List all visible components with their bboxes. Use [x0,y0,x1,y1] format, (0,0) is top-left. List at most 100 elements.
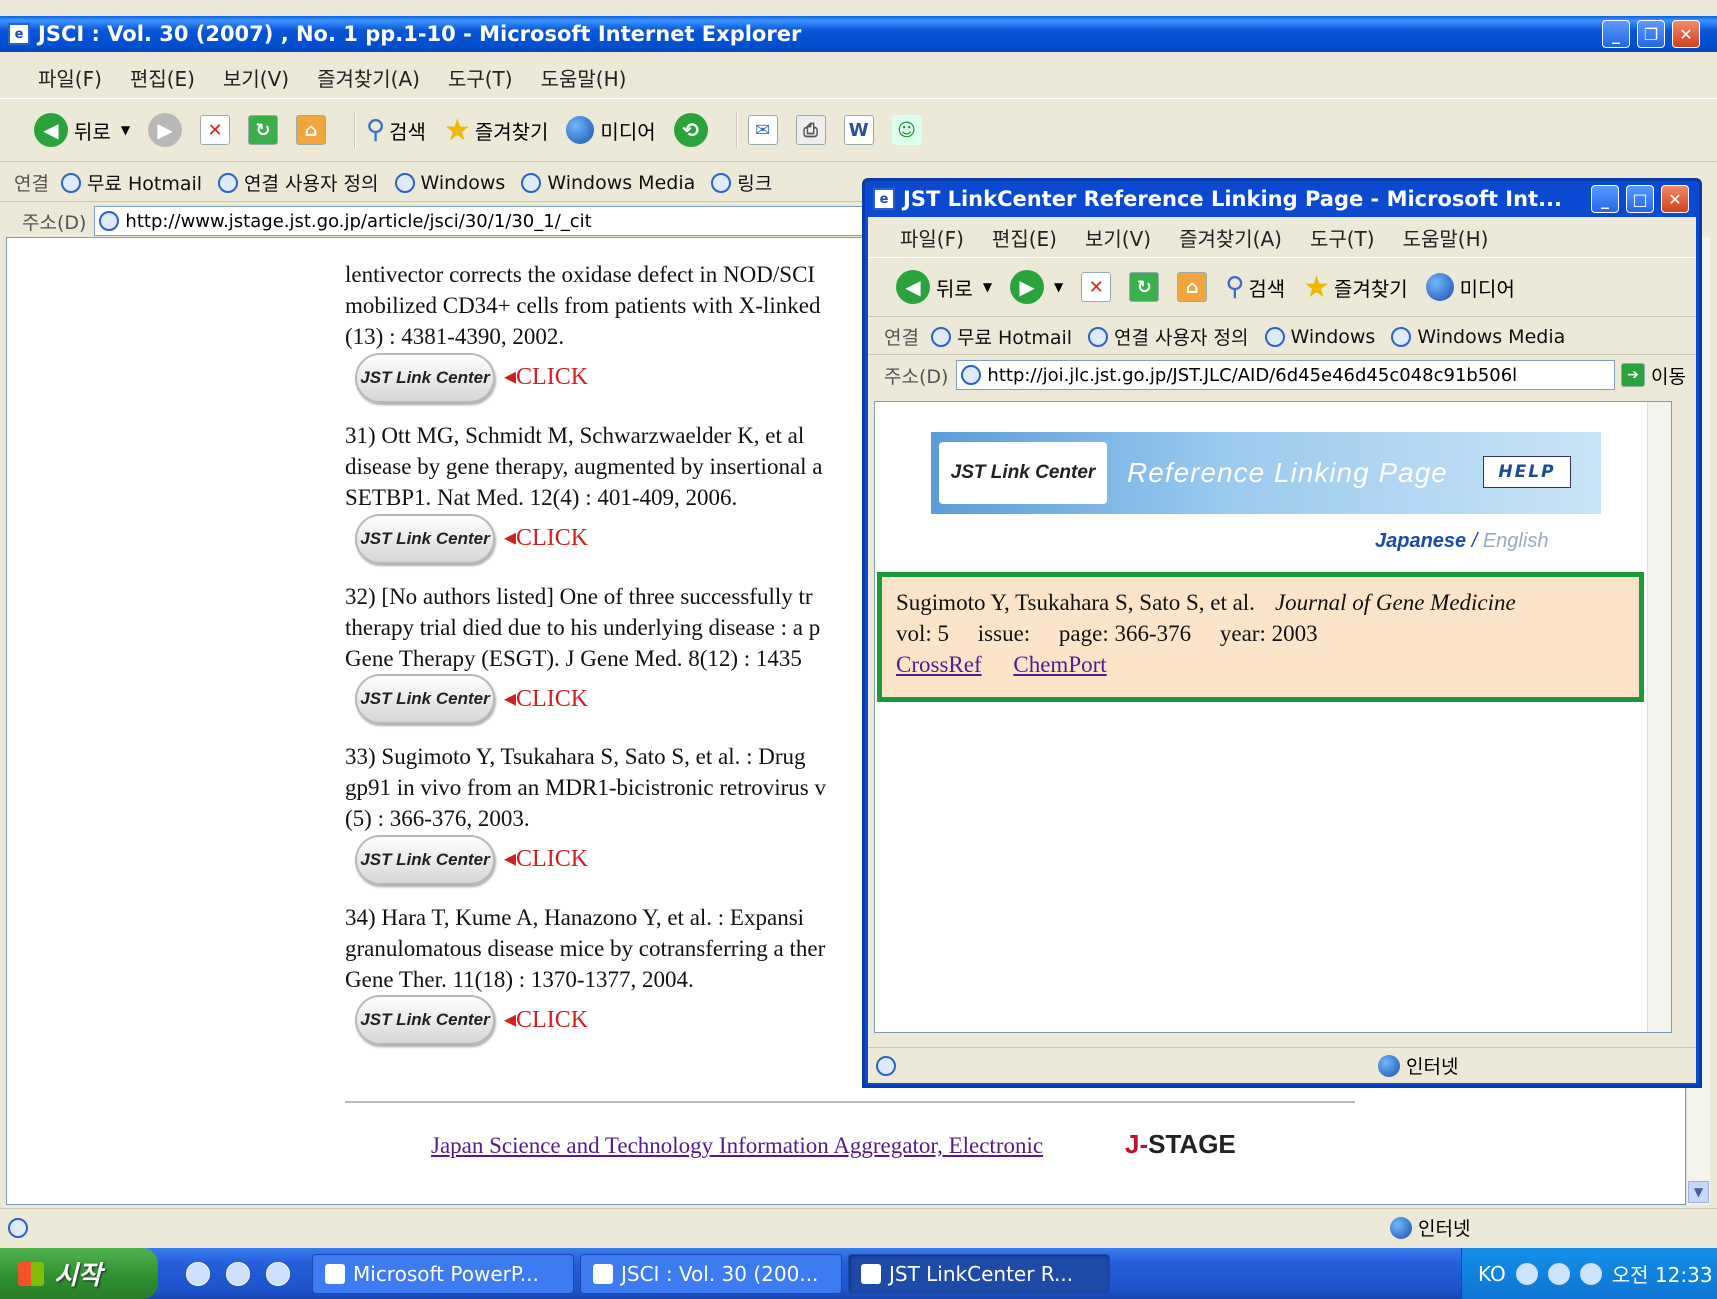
menu-file[interactable]: 파일(F) [900,223,964,252]
home-button[interactable]: ⌂ [1177,272,1208,302]
scroll-down-arrow-icon[interactable]: ▼ [1688,1181,1709,1203]
popup-maximize-button[interactable]: □ [1626,185,1654,213]
search-icon: ⚲ [1225,272,1245,302]
popup-minimize-button[interactable]: _ [1591,185,1619,213]
address-input[interactable]: http://joi.jlc.jst.go.jp/JST.JLC/AID/6d4… [956,360,1616,390]
jst-link-center-button[interactable]: JST Link Center [355,674,495,724]
jstage-logo-text: STAGE [1148,1129,1236,1159]
search-button[interactable]: ⚲ 검색 [366,115,426,145]
popup-scrollbar[interactable] [1647,402,1671,1032]
click-label[interactable]: ◂CLICK [504,362,588,391]
link-hotmail[interactable]: 무료 Hotmail [60,169,202,196]
history-button[interactable]: ⟲ [673,113,708,147]
desktop-quicklaunch-icon[interactable] [226,1261,250,1286]
jstage-footer-link[interactable]: Japan Science and Technology Information… [431,1133,1043,1159]
search-button[interactable]: ⚲ 검색 [1225,272,1285,302]
reference-line: Gene Ther. 11(18) : 1370-1377, 2004. [345,967,694,992]
main-titlebar[interactable]: e JSCI : Vol. 30 (2007) , No. 1 pp.1-10 … [0,16,1717,52]
menu-help[interactable]: 도움말(H) [1403,223,1489,252]
tray-expand-icon[interactable] [1515,1262,1538,1285]
forward-button[interactable]: ▶ [148,113,183,147]
menu-view[interactable]: 보기(V) [223,63,289,92]
favorites-button[interactable]: ★ 즐겨찾기 [1303,270,1408,305]
popup-close-button[interactable]: ✕ [1661,185,1689,213]
link-links[interactable]: 링크 [711,169,772,196]
menu-edit[interactable]: 편집(E) [130,63,195,92]
edit-button[interactable]: W [843,115,874,145]
link-windows[interactable]: Windows [1264,326,1375,348]
reference-line: 32) [No authors listed] One of three suc… [345,584,813,609]
go-button[interactable]: ➔ 이동 [1621,362,1686,389]
menu-file[interactable]: 파일(F) [38,63,102,92]
click-label[interactable]: ◂CLICK [504,684,588,713]
media-button[interactable]: 미디어 [1425,273,1515,302]
forward-button[interactable]: ▶ ▼ [1010,270,1063,304]
jst-link-center-button[interactable]: JST Link Center [355,835,495,885]
popup-titlebar[interactable]: e JST LinkCenter Reference Linking Page … [865,181,1699,217]
menu-tools[interactable]: 도구(T) [448,63,513,92]
link-windows-media[interactable]: Windows Media [521,172,695,194]
input-language-indicator[interactable]: KO [1478,1262,1506,1286]
jst-link-center-button[interactable]: JST Link Center [355,514,495,564]
task-jsci[interactable]: JSCI : Vol. 30 (200... [580,1253,842,1294]
help-button[interactable]: HELP [1483,456,1571,488]
menu-tools[interactable]: 도구(T) [1310,223,1375,252]
home-button[interactable]: ⌂ [296,115,327,145]
click-label[interactable]: ◂CLICK [504,844,588,873]
lang-japanese-link[interactable]: Japanese [1375,530,1466,552]
mail-button[interactable]: ✉ [747,115,778,145]
refresh-button[interactable]: ↻ [1129,272,1160,302]
favorites-button[interactable]: ★ 즐겨찾기 [444,113,549,148]
close-button[interactable]: ✕ [1672,20,1700,48]
address-url: http://www.jstage.jst.go.jp/article/jsci… [125,210,592,232]
refresh-button[interactable]: ↻ [248,115,279,145]
link-hotmail[interactable]: 무료 Hotmail [930,323,1072,350]
menu-favorites[interactable]: 즐겨찾기(A) [1179,223,1282,252]
jstage-logo[interactable]: J-STAGE [1125,1129,1236,1160]
menu-edit[interactable]: 편집(E) [992,223,1057,252]
menu-view[interactable]: 보기(V) [1085,223,1151,252]
ie-quicklaunch-icon[interactable] [186,1261,210,1286]
task-powerpoint[interactable]: Microsoft PowerP... [312,1253,574,1294]
stop-button[interactable]: ✕ [200,115,231,145]
print-button[interactable]: ⎙ [795,115,826,145]
link-customize-label: 연결 사용자 정의 [244,173,379,195]
dropdown-arrow-icon[interactable]: ▼ [983,280,992,294]
dropdown-arrow-icon[interactable]: ▼ [121,123,130,137]
link-windows-media[interactable]: Windows Media [1391,326,1565,348]
back-button[interactable]: ◀ 뒤로 ▼ [34,113,130,147]
task-jst-linkcenter[interactable]: JST LinkCenter R... [848,1253,1110,1294]
ie-page-icon [876,1055,896,1076]
address-input[interactable]: http://www.jstage.jst.go.jp/article/jsci… [94,206,870,236]
messenger-button[interactable]: ☺ [891,115,922,145]
jst-link-center-button[interactable]: JST Link Center [355,995,495,1045]
dropdown-arrow-icon[interactable]: ▼ [1054,280,1063,294]
start-button[interactable]: 시작 [0,1248,158,1299]
menu-favorites[interactable]: 즐겨찾기(A) [317,63,420,92]
click-label[interactable]: ◂CLICK [504,1005,588,1034]
messenger-quicklaunch-icon[interactable] [266,1261,290,1286]
minimize-button[interactable]: _ [1602,20,1630,48]
crossref-link[interactable]: CrossRef [896,652,982,677]
lang-english-link[interactable]: English [1483,530,1549,552]
link-customize[interactable]: 연결 사용자 정의 [1088,323,1249,350]
jst-link-center-button[interactable]: JST Link Center [355,353,495,403]
click-label[interactable]: ◂CLICK [504,523,588,552]
menu-help[interactable]: 도움말(H) [541,63,627,92]
taskbar: 시작 Microsoft PowerP... JSCI : Vol. 30 (2… [0,1248,1717,1299]
link-windows[interactable]: Windows [394,172,505,194]
restore-button[interactable]: ❐ [1637,20,1665,48]
clock[interactable]: 오전 12:33 [1612,1259,1713,1288]
ie-page-icon [60,172,81,193]
back-button[interactable]: ◀ 뒤로 ▼ [896,270,992,304]
back-arrow-icon: ◀ [34,113,68,147]
task-label: JST LinkCenter R... [889,1261,1074,1286]
network-icon[interactable] [1547,1262,1570,1285]
toolbar-separator [735,112,738,148]
search-label: 검색 [389,119,426,144]
chemport-link[interactable]: ChemPort [1013,652,1106,677]
stop-button[interactable]: ✕ [1081,272,1112,302]
link-customize[interactable]: 연결 사용자 정의 [218,169,379,196]
users-icon[interactable] [1579,1262,1602,1285]
media-button[interactable]: 미디어 [566,116,656,145]
